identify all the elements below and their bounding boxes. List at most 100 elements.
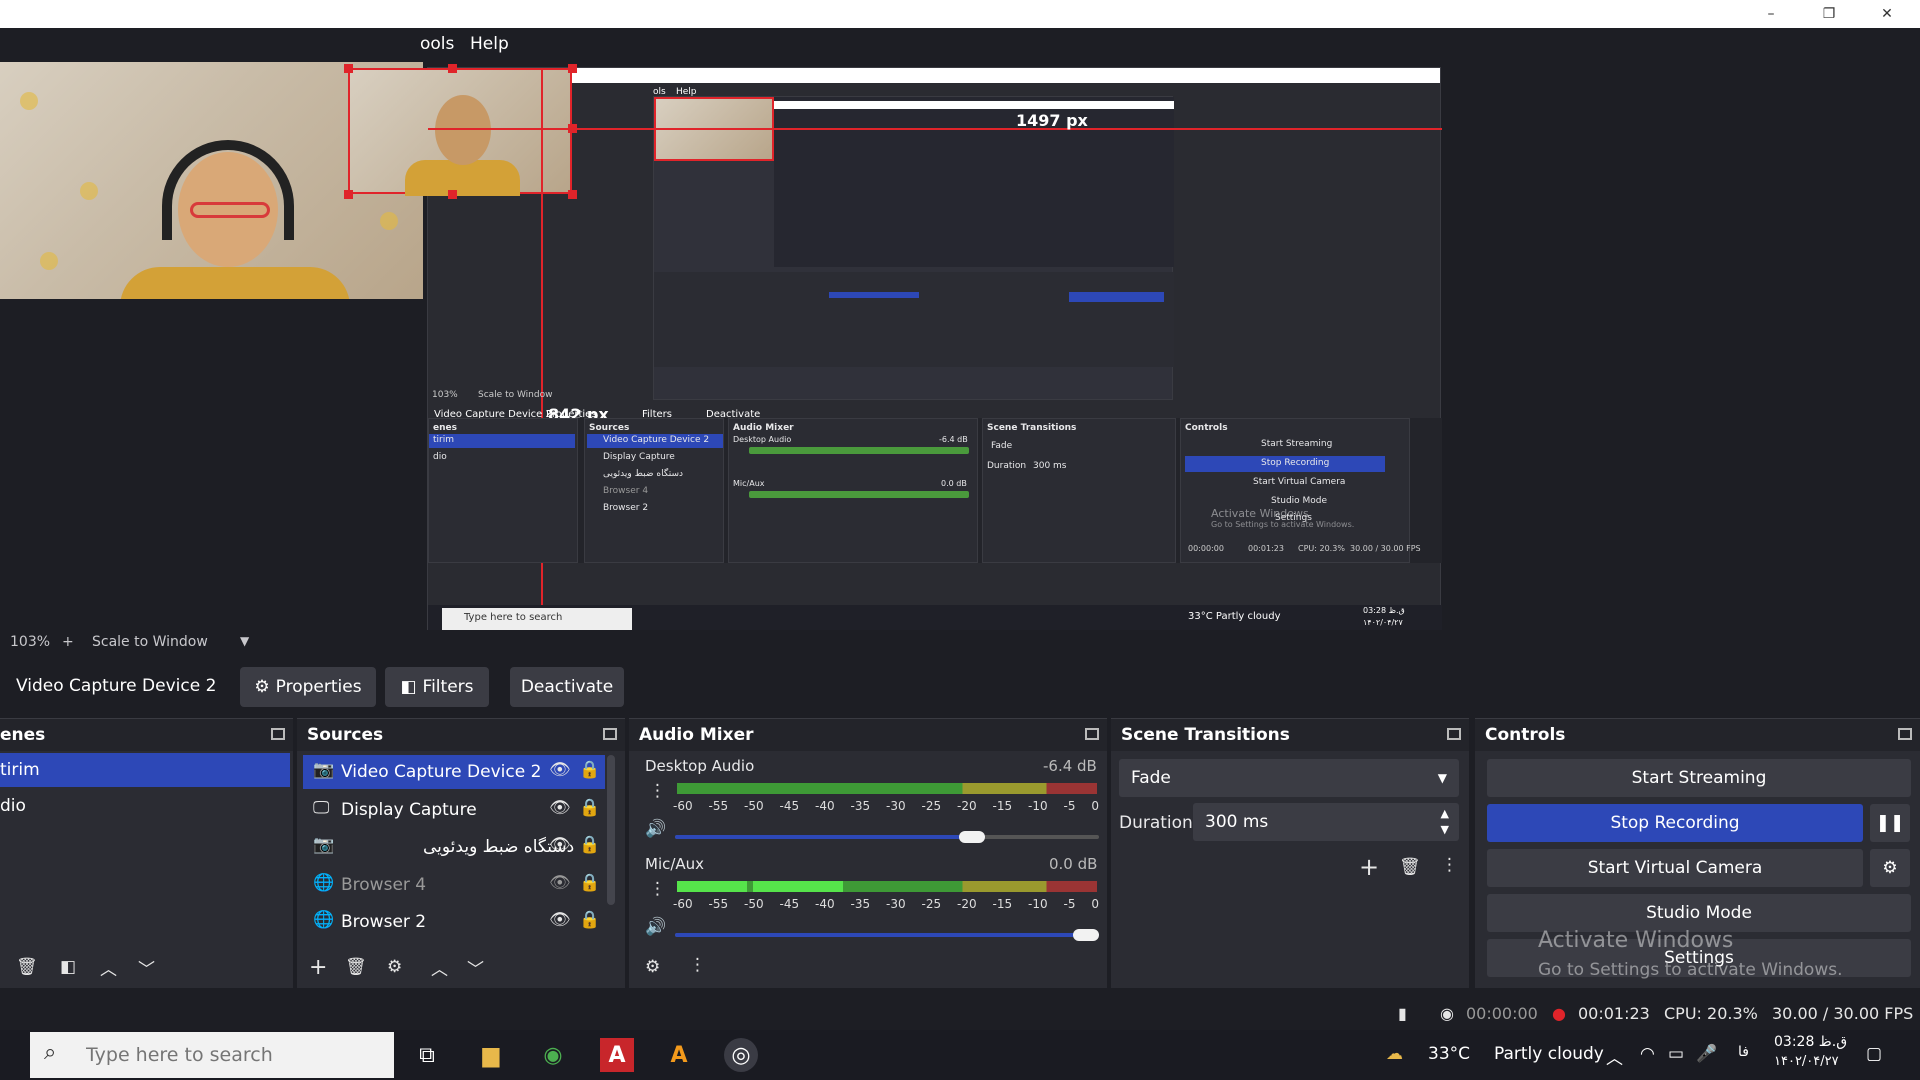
float-icon[interactable]: [1085, 728, 1099, 740]
speaker-icon[interactable]: 🔊: [645, 819, 666, 839]
eye-icon[interactable]: 👁: [549, 760, 571, 780]
minimize-button[interactable]: –: [1742, 0, 1800, 28]
desktop-volume-knob[interactable]: [958, 831, 985, 843]
source-item[interactable]: 🌐 Browser 2 👁 🔒: [303, 905, 605, 939]
aimp-icon[interactable]: A: [662, 1038, 696, 1072]
wifi-icon[interactable]: ◠: [1640, 1044, 1655, 1064]
search-input[interactable]: [86, 1044, 346, 1066]
nested-titlebar: [428, 68, 1440, 83]
taskbar-search[interactable]: ⌕: [30, 1032, 394, 1078]
zoom-value[interactable]: 103%: [10, 634, 50, 650]
transition-select[interactable]: Fade ▼: [1119, 759, 1459, 797]
trash-icon[interactable]: 🗑: [16, 957, 38, 977]
battery-icon[interactable]: ▭: [1668, 1044, 1684, 1064]
float-icon[interactable]: [271, 728, 285, 740]
advanced-audio-icon[interactable]: ⚙: [645, 957, 660, 977]
chevron-up-icon[interactable]: ︿: [100, 955, 117, 980]
chevron-up-icon[interactable]: ︿: [431, 955, 448, 980]
lock-icon[interactable]: 🔒: [579, 835, 600, 855]
duration-input[interactable]: 300 ms ▲ ▼: [1193, 803, 1459, 841]
studio-mode-button[interactable]: Studio Mode: [1487, 894, 1911, 932]
cpu-usage: CPU: 20.3%: [1664, 1004, 1758, 1023]
speaker-icon[interactable]: 🔊: [645, 917, 666, 937]
virtual-camera-settings-button[interactable]: ⚙: [1870, 849, 1910, 887]
acrobat-icon[interactable]: A: [600, 1038, 634, 1072]
restore-button[interactable]: ❐: [1800, 0, 1858, 28]
language-indicator[interactable]: فا: [1738, 1044, 1749, 1060]
sources-dock: Sources 📷 Video Capture Device 2 👁 🔒 🖵 D…: [297, 718, 625, 988]
eye-icon[interactable]: 👁: [549, 798, 571, 818]
eye-slash-icon[interactable]: 👁: [549, 873, 571, 893]
camera-icon: 📷: [313, 760, 335, 780]
obs-icon[interactable]: ◎: [724, 1038, 758, 1072]
activate-windows-subtitle: Go to Settings to activate Windows.: [1538, 960, 1843, 980]
chevron-up-icon[interactable]: ︿: [1606, 1044, 1623, 1069]
monitor-icon: 🖵: [313, 798, 330, 818]
trash-icon[interactable]: 🗑: [1399, 857, 1421, 877]
deactivate-button[interactable]: Deactivate: [510, 667, 624, 707]
close-button[interactable]: ✕: [1858, 0, 1916, 28]
nested-preview-source[interactable]: ols Help 1497 px 842 px 103% Scale to Wi…: [344, 64, 1442, 633]
pause-icon: ❚❚: [1875, 813, 1905, 833]
clock-time[interactable]: 03:28 ق.ظ: [1774, 1034, 1847, 1050]
chevron-down-icon[interactable]: ﹀: [467, 955, 484, 980]
lock-icon[interactable]: 🔒: [579, 798, 600, 818]
eye-icon[interactable]: 👁: [549, 910, 571, 930]
selected-source-box[interactable]: [348, 68, 572, 196]
windows-taskbar: ⌕ ⧉ ▆ ◉ A A ◎ ☁ 33°C Partly cloudy ︿ ◠ ▭…: [0, 1030, 1920, 1080]
microphone-icon[interactable]: 🎤: [1696, 1044, 1717, 1064]
lock-icon[interactable]: 🔒: [579, 910, 600, 930]
stream-icon: ◉: [1440, 1004, 1454, 1023]
chevron-down-icon[interactable]: ▼: [1441, 823, 1449, 836]
add-icon[interactable]: +: [1359, 853, 1379, 881]
lock-icon[interactable]: 🔒: [579, 873, 600, 893]
float-icon[interactable]: [603, 728, 617, 740]
filter-icon: ◧: [400, 677, 417, 697]
scrollbar[interactable]: [607, 755, 615, 905]
trash-icon[interactable]: 🗑: [345, 957, 367, 977]
kebab-menu-icon[interactable]: ⋮: [1441, 855, 1458, 875]
eye-icon[interactable]: 👁: [549, 835, 571, 855]
chevron-down-icon[interactable]: ▼: [240, 634, 249, 648]
chevron-down-icon[interactable]: ﹀: [138, 955, 155, 980]
scale-mode-select[interactable]: Scale to Window: [92, 634, 208, 650]
start-streaming-button[interactable]: Start Streaming: [1487, 759, 1911, 797]
stop-recording-button[interactable]: Stop Recording: [1487, 804, 1863, 842]
float-icon[interactable]: [1447, 728, 1461, 740]
weather-temp[interactable]: 33°C: [1428, 1044, 1470, 1064]
filter-icon[interactable]: ◧: [60, 957, 76, 977]
float-icon[interactable]: [1898, 728, 1912, 740]
source-item[interactable]: 🖵 Display Capture 👁 🔒: [303, 793, 605, 827]
mic-volume-knob[interactable]: [1073, 929, 1099, 941]
chevron-up-icon[interactable]: ▲: [1441, 807, 1449, 820]
scene-item[interactable]: dio: [0, 789, 290, 823]
add-icon[interactable]: +: [309, 955, 327, 980]
notification-icon[interactable]: ▢: [1866, 1044, 1882, 1064]
menu-tools[interactable]: ools: [420, 34, 454, 54]
pause-recording-button[interactable]: ❚❚: [1870, 804, 1910, 842]
source-item[interactable]: 📷 Video Capture Device 2 👁 🔒: [303, 755, 605, 789]
gear-icon[interactable]: ⚙: [387, 957, 402, 977]
scene-item[interactable]: tirim: [0, 753, 290, 787]
menu-help[interactable]: Help: [470, 34, 509, 54]
kebab-menu-icon[interactable]: ⋮: [649, 879, 666, 899]
kebab-menu-icon[interactable]: ⋮: [689, 955, 706, 975]
source-item[interactable]: 📷 دستگاه ضبط ویدئویی 👁 🔒: [303, 830, 605, 864]
weather-desc[interactable]: Partly cloudy: [1494, 1044, 1604, 1064]
clock-date[interactable]: ۱۴۰۲/۰۴/۲۷: [1774, 1054, 1839, 1069]
filters-button[interactable]: ◧ Filters: [385, 667, 489, 707]
kebab-menu-icon[interactable]: ⋮: [649, 781, 666, 801]
preview-canvas[interactable]: ols Help 1497 px 842 px 103% Scale to Wi…: [0, 62, 1920, 633]
zoom-strip: 103% + Scale to Window ▼: [0, 630, 1920, 658]
properties-button[interactable]: ⚙ Properties: [240, 667, 376, 707]
zoom-plus-button[interactable]: +: [62, 634, 74, 650]
camera-icon: 📷: [313, 835, 335, 855]
chrome-icon[interactable]: ◉: [536, 1038, 570, 1072]
file-explorer-icon[interactable]: ▆: [474, 1038, 508, 1072]
start-virtual-camera-button[interactable]: Start Virtual Camera: [1487, 849, 1863, 887]
duration-label: Duration: [1119, 813, 1193, 833]
source-item[interactable]: 🌐 Browser 4 👁 🔒: [303, 868, 605, 902]
task-view-icon[interactable]: ⧉: [410, 1038, 444, 1072]
desktop-audio-db: -6.4 dB: [1043, 757, 1097, 775]
lock-icon[interactable]: 🔒: [579, 760, 600, 780]
